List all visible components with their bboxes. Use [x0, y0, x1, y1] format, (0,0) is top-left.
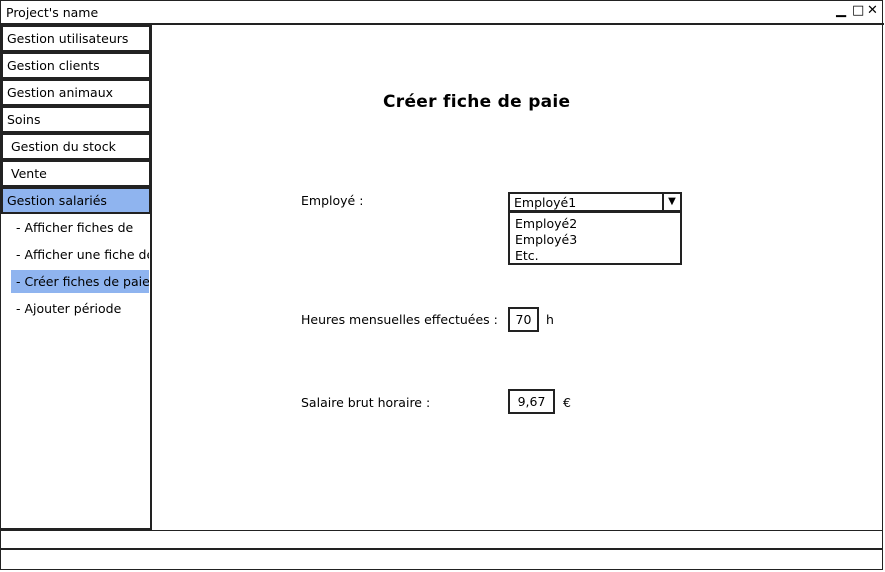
- dropdown-option[interactable]: Etc.: [515, 248, 680, 264]
- hours-unit: h: [546, 312, 554, 327]
- subitem-afficher-fiches[interactable]: - Afficher fiches de: [11, 216, 149, 239]
- salary-label: Salaire brut horaire :: [301, 395, 431, 410]
- dropdown-option[interactable]: Employé2: [515, 216, 680, 232]
- sidebar-item-vente[interactable]: Vente: [1, 160, 151, 187]
- subitem-afficher-une-fiche[interactable]: - Afficher une fiche de: [11, 243, 149, 266]
- sidebar-item-gestion-utilisateurs[interactable]: Gestion utilisateurs: [1, 25, 151, 52]
- hours-label: Heures mensuelles effectuées :: [301, 312, 498, 327]
- employee-selected-value: Employé1: [514, 195, 577, 210]
- subitem-creer-fiches-de-paie[interactable]: - Créer fiches de paie: [11, 270, 149, 293]
- close-icon[interactable]: ✕: [867, 4, 878, 18]
- sidebar-item-gestion-animaux[interactable]: Gestion animaux: [1, 79, 151, 106]
- salary-input[interactable]: 9,67: [508, 389, 555, 414]
- status-bar: [1, 548, 883, 570]
- hours-input[interactable]: 70: [508, 307, 539, 332]
- sidebar-item-gestion-salaries[interactable]: Gestion salariés: [1, 187, 151, 214]
- sidebar-item-gestion-clients[interactable]: Gestion clients: [1, 52, 151, 79]
- salary-unit: €: [563, 395, 571, 410]
- sidebar-item-gestion-du-stock[interactable]: Gestion du stock: [1, 133, 151, 160]
- minimize-icon[interactable]: ▁: [836, 4, 846, 18]
- triangle-down-icon[interactable]: ▼: [662, 194, 680, 210]
- title-bar: Project's name ▁ □ ✕: [1, 1, 884, 25]
- maximize-icon[interactable]: □: [852, 4, 864, 18]
- employee-select[interactable]: Employé1 ▼: [508, 192, 682, 212]
- subitem-ajouter-periode[interactable]: - Ajouter période: [11, 297, 149, 320]
- page-title: Créer fiche de paie: [383, 92, 571, 112]
- status-divider: [1, 530, 883, 548]
- employee-dropdown-list: Employé2 Employé3 Etc.: [508, 212, 682, 265]
- sidebar-item-soins[interactable]: Soins: [1, 106, 151, 133]
- employee-label: Employé :: [301, 193, 364, 208]
- dropdown-option[interactable]: Employé3: [515, 232, 680, 248]
- window-title: Project's name: [6, 5, 99, 20]
